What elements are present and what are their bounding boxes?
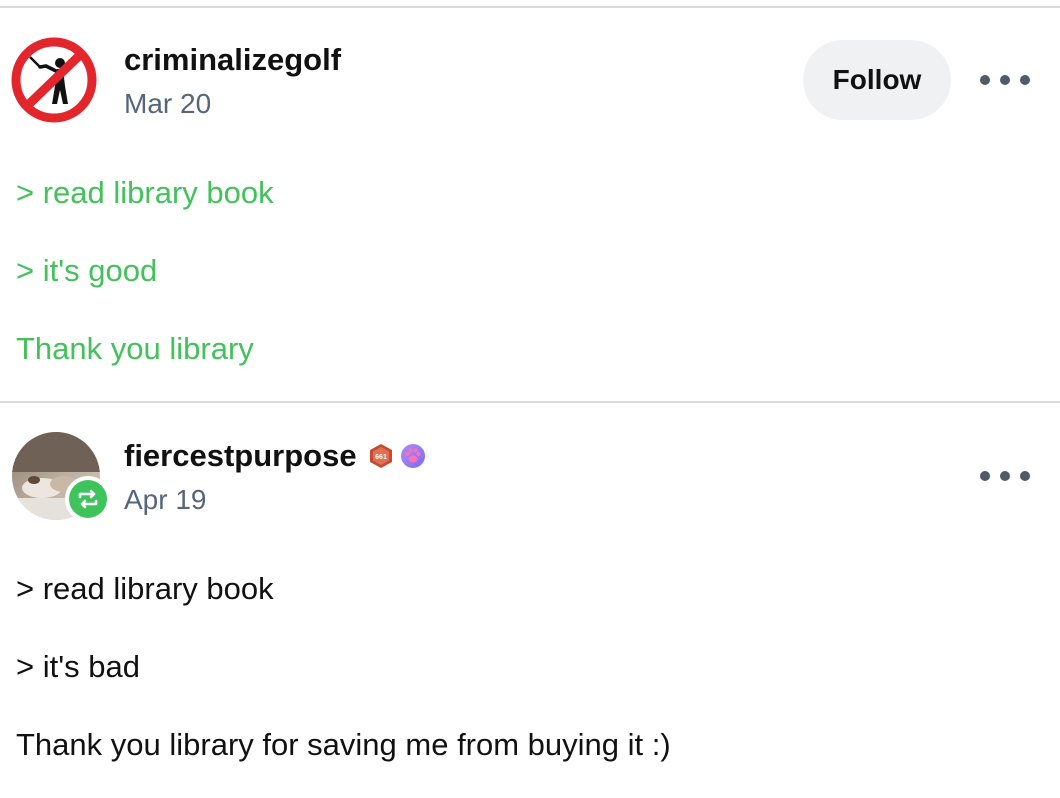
svg-text:661: 661 <box>375 454 387 461</box>
more-dot-icon <box>980 471 990 481</box>
post-date[interactable]: Apr 19 <box>124 484 207 516</box>
reblog-badge <box>65 476 111 522</box>
post-fiercestpurpose: fiercestpurpose 661 Apr 19 > read librar… <box>0 0 1060 798</box>
post-text-line: Thank you library for saving me from buy… <box>16 727 671 762</box>
hexagon-badge-icon[interactable]: 661 <box>368 443 394 469</box>
post-text-line: > read library book <box>16 571 274 606</box>
reblog-icon <box>78 489 98 509</box>
more-dot-icon <box>1020 471 1030 481</box>
paw-badge-icon[interactable] <box>400 443 426 469</box>
more-options-button[interactable] <box>980 461 1030 491</box>
post-text-line: > it's bad <box>16 649 140 684</box>
username[interactable]: fiercestpurpose <box>124 438 357 474</box>
more-dot-icon <box>1000 471 1010 481</box>
